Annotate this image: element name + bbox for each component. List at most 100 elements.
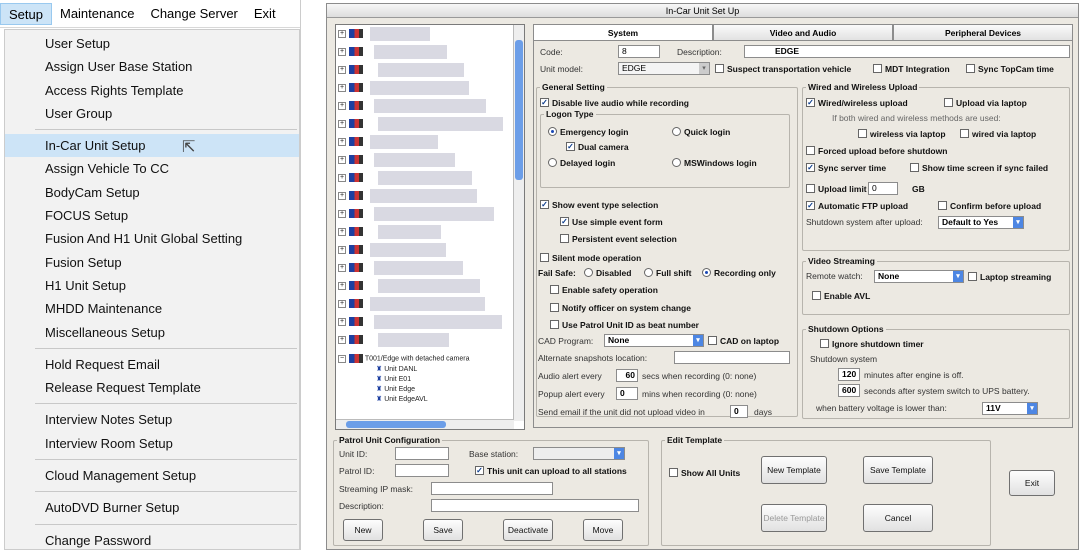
menu-item-mhdd-maintenance[interactable]: MHDD Maintenance [5,297,299,320]
failsafe-disabled-radio[interactable] [584,268,593,277]
menu-item-in-car-unit-setup[interactable]: In-Car Unit Setup ⇱ [5,134,299,158]
tab-video-audio[interactable]: Video and Audio [713,24,893,40]
silent-mode-checkbox[interactable] [540,253,549,262]
tree-node[interactable]: + [338,101,363,111]
tree-node[interactable]: + [338,47,363,57]
expand-icon[interactable]: + [338,29,346,38]
mswindows-login-radio[interactable] [672,158,681,167]
menu-item-change-password[interactable]: Change Password [5,529,299,552]
scroll-thumb[interactable] [346,421,446,428]
suspect-checkbox[interactable] [715,64,724,73]
enable-avl-checkbox[interactable] [812,291,821,300]
quick-login-radio[interactable] [672,127,681,136]
menu-item-assign-vehicle-to-cc[interactable]: Assign Vehicle To CC [5,157,299,180]
tree-node[interactable]: + [338,299,363,309]
tree-node[interactable]: + [338,83,363,93]
show-event-checkbox[interactable]: ✓ [540,200,549,209]
sync-topcam-checkbox[interactable] [966,64,975,73]
confirm-upload-checkbox[interactable] [938,201,947,210]
ignore-shutdown-checkbox[interactable] [820,339,829,348]
sync-server-checkbox[interactable]: ✓ [806,163,815,172]
cad-laptop-checkbox[interactable] [708,336,717,345]
laptop-streaming-checkbox[interactable] [968,272,977,281]
menu-item-focus-setup[interactable]: FOCUS Setup [5,204,299,227]
tree-node[interactable]: + [338,29,363,39]
tab-system[interactable]: System [533,24,713,40]
expand-icon[interactable]: + [338,281,346,290]
enable-safety-checkbox[interactable] [550,285,559,294]
tree-unit-item[interactable]: ♜ Unit E01 [376,375,411,385]
tree-node[interactable]: + [338,245,363,255]
delayed-login-radio[interactable] [548,158,557,167]
remote-watch-select[interactable]: None ▾ [874,270,964,283]
tree-node[interactable]: + [338,119,363,129]
use-patrol-checkbox[interactable] [550,320,559,329]
streaming-ip-input[interactable] [431,482,553,495]
patrol-description-input[interactable] [431,499,639,512]
expand-icon[interactable]: + [338,263,346,272]
tree-node[interactable]: + [338,65,363,75]
expand-icon[interactable]: + [338,299,346,308]
tree-node[interactable]: + [338,191,363,201]
menu-exit[interactable]: Exit [246,3,284,25]
tree-vertical-scrollbar[interactable] [513,25,524,421]
menu-setup[interactable]: Setup [0,2,52,25]
expand-icon[interactable]: + [338,119,346,128]
shutdown-seconds-input[interactable]: 600 [838,384,860,397]
expand-icon[interactable]: + [338,173,346,182]
save-button[interactable]: Save [423,519,463,541]
menu-item-user-setup[interactable]: User Setup [5,32,299,55]
menu-item-access-rights-template[interactable]: Access Rights Template [5,79,299,102]
audio-alert-input[interactable]: 60 [616,369,638,382]
failsafe-full-shift-radio[interactable] [644,268,653,277]
expand-icon[interactable]: + [338,47,346,56]
tree-node[interactable]: + [338,281,363,291]
upload-via-laptop-checkbox[interactable] [944,98,953,107]
unit-id-input[interactable] [395,447,449,460]
expand-icon[interactable]: + [338,335,346,344]
new-template-button[interactable]: New Template [761,456,827,484]
mdt-checkbox[interactable] [873,64,882,73]
forced-upload-checkbox[interactable] [806,146,815,155]
cad-program-select[interactable]: None ▾ [604,334,704,347]
show-time-checkbox[interactable] [910,163,919,172]
menu-item-h1-unit-setup[interactable]: H1 Unit Setup [5,274,299,297]
expand-icon[interactable]: + [338,317,346,326]
tab-peripheral-devices[interactable]: Peripheral Devices [893,24,1073,40]
move-button[interactable]: Move [583,519,623,541]
emergency-login-radio[interactable] [548,127,557,136]
menu-change-server[interactable]: Change Server [142,3,245,25]
collapse-icon[interactable]: − [338,354,346,363]
menu-item-fusion-h1-global[interactable]: Fusion And H1 Unit Global Setting [5,227,299,250]
tree-node[interactable]: + [338,335,363,345]
expand-icon[interactable]: + [338,137,346,146]
tree-node[interactable]: + [338,317,363,327]
code-input[interactable]: 8 [618,45,660,58]
upload-limit-checkbox[interactable] [806,184,815,193]
shutdown-after-select[interactable]: Default to Yes ▾ [938,216,1024,229]
failsafe-recording-radio[interactable] [702,268,711,277]
description-input[interactable]: EDGE [744,45,1070,58]
scroll-thumb[interactable] [515,40,523,180]
popup-alert-input[interactable]: 0 [616,387,638,400]
wired-laptop-checkbox[interactable] [960,129,969,138]
dual-camera-checkbox[interactable]: ✓ [566,142,575,151]
upload-limit-input[interactable]: 0 [868,182,898,195]
unit-model-select[interactable]: EDGE ▾ [618,62,710,75]
tree-group-node[interactable]: − T001/Edge with detached camera [338,354,470,364]
menu-item-cloud-management-setup[interactable]: Cloud Management Setup [5,464,299,487]
base-station-select[interactable]: ▾ [533,447,625,460]
expand-icon[interactable]: + [338,155,346,164]
expand-icon[interactable]: + [338,101,346,110]
menu-item-hold-request-email[interactable]: Hold Request Email [5,353,299,376]
wired-wireless-checkbox[interactable]: ✓ [806,98,815,107]
menu-item-bodycam-setup[interactable]: BodyCam Setup [5,181,299,204]
tree-node[interactable]: + [338,155,363,165]
menu-item-assign-user-base-station[interactable]: Assign User Base Station [5,55,299,78]
menu-maintenance[interactable]: Maintenance [52,3,142,25]
exit-button[interactable]: Exit [1009,470,1055,496]
expand-icon[interactable]: + [338,209,346,218]
tree-node[interactable]: + [338,263,363,273]
expand-icon[interactable]: + [338,83,346,92]
tree-unit-item[interactable]: ♜ Unit Edge [376,385,415,395]
